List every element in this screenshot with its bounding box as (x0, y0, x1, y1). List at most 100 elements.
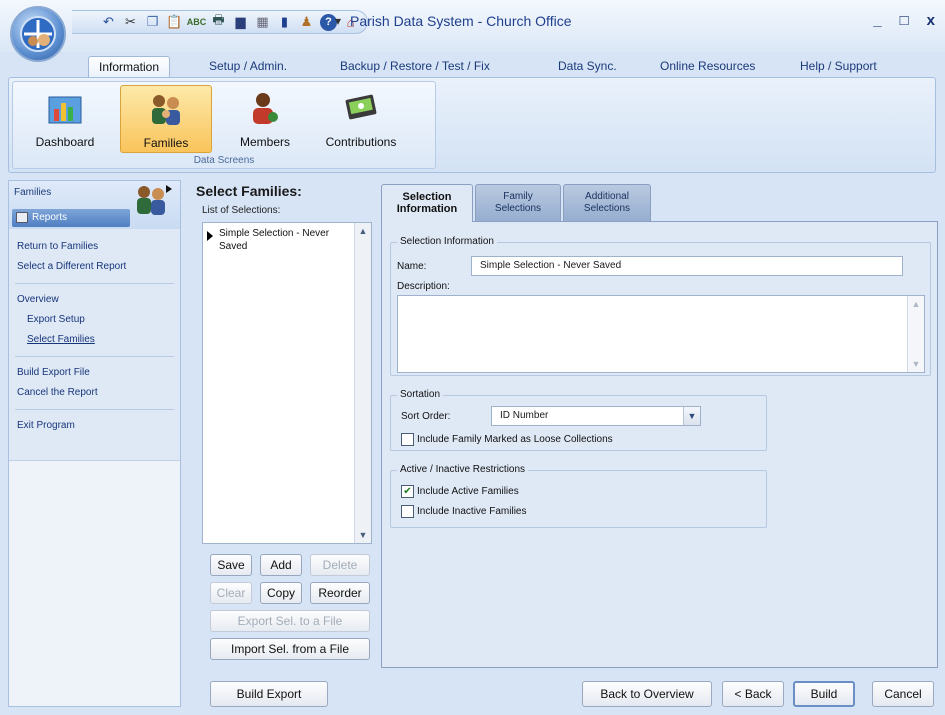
book-icon[interactable]: ▮ (276, 14, 293, 31)
sortation-group: Sortation Sort Order: ID Number ▼ Includ… (390, 389, 767, 451)
selection-information-group: Selection Information Name: Simple Selec… (390, 236, 931, 376)
checkbox-icon (401, 505, 414, 518)
title-bar: ↶ ✂ ❐ 📋 ABC 🖶 ▆ ▦ ▮ ♟ ? ⌂ ▾ Parish Data … (0, 0, 945, 62)
save-button[interactable]: Save (210, 554, 252, 576)
sort-order-label: Sort Order: (401, 411, 451, 422)
tab-label-line1: Family (503, 191, 533, 202)
window-title: Parish Data System - Church Office (350, 13, 572, 29)
list-item[interactable]: Simple Selection - Never Saved (219, 227, 352, 253)
list-scrollbar[interactable]: ▲ ▼ (354, 223, 371, 543)
tab-help-support[interactable]: Help / Support (790, 56, 887, 78)
checkmark-icon: ✔ (401, 485, 414, 498)
minimize-icon[interactable]: _ (873, 12, 881, 29)
group-title: Sortation (397, 389, 444, 400)
nav-exit-program[interactable]: Exit Program (9, 416, 180, 436)
scroll-down-icon[interactable]: ▼ (355, 527, 371, 543)
members-button[interactable]: Members (221, 85, 309, 153)
checkbox-label: Include Active Families (417, 486, 519, 497)
contributions-button[interactable]: Contributions (313, 85, 409, 153)
selections-listbox[interactable]: Simple Selection - Never Saved ▲ ▼ (202, 222, 372, 544)
maximize-icon[interactable]: □ (900, 12, 909, 29)
group-title: Active / Inactive Restrictions (397, 464, 529, 475)
nav-return-to-families[interactable]: Return to Families (9, 237, 180, 257)
sort-order-select[interactable]: ID Number ▼ (491, 406, 701, 426)
nav-divider (15, 283, 174, 284)
copy-icon[interactable]: ❐ (144, 14, 161, 31)
printer-icon (16, 212, 28, 223)
cut-icon[interactable]: ✂ (122, 14, 139, 31)
list-of-selections-label: List of Selections: (202, 205, 281, 216)
scroll-up-icon[interactable]: ▲ (908, 296, 924, 312)
tab-label-line1: Selection (402, 191, 452, 203)
build-button[interactable]: Build (793, 681, 855, 707)
families-button[interactable]: Families (120, 85, 212, 153)
reports-section-header[interactable]: Reports (12, 209, 130, 227)
tab-additional-selections[interactable]: Additional Selections (563, 184, 651, 222)
description-field[interactable]: ▲ ▼ (397, 295, 925, 373)
close-icon[interactable]: x (927, 12, 935, 29)
tab-label-line2: Selections (583, 203, 631, 214)
import-selection-button[interactable]: Import Sel. from a File (210, 638, 370, 660)
dashboard-chart-icon (48, 96, 82, 124)
ribbon-group-label: Data Screens (193, 155, 255, 166)
tab-online-resources[interactable]: Online Resources (650, 56, 765, 78)
page-title: Select Families: (196, 183, 302, 199)
back-to-overview-button[interactable]: Back to Overview (582, 681, 712, 707)
name-field[interactable]: Simple Selection - Never Saved (471, 256, 903, 276)
app-menu-orb[interactable] (10, 6, 66, 62)
nav-select-families[interactable]: Select Families (9, 330, 180, 350)
quick-access-toolbar: ↶ ✂ ❐ 📋 ABC 🖶 ▆ ▦ ▮ ♟ ? ⌂ (72, 10, 368, 34)
paste-icon[interactable]: 📋 (166, 14, 183, 31)
dashboard-button[interactable]: Dashboard (17, 85, 113, 153)
description-scrollbar[interactable]: ▲ ▼ (907, 296, 924, 372)
include-active-checkbox[interactable]: ✔ Include Active Families (401, 485, 519, 498)
members-button-label: Members (239, 135, 290, 149)
export-selection-button[interactable]: Export Sel. to a File (210, 610, 370, 632)
copy-button[interactable]: Copy (260, 582, 302, 604)
tab-backup-restore[interactable]: Backup / Restore / Test / Fix (330, 56, 500, 78)
nav-divider (15, 409, 174, 410)
tab-setup-admin[interactable]: Setup / Admin. (199, 56, 297, 78)
nav-select-different-report[interactable]: Select a Different Report (9, 257, 180, 277)
print-icon[interactable]: 🖶 (210, 12, 227, 31)
scroll-up-icon[interactable]: ▲ (355, 223, 371, 239)
nav-overview[interactable]: Overview (9, 290, 180, 310)
ribbon-tab-bar: Information Setup / Admin. Backup / Rest… (0, 52, 945, 78)
member-person-icon (253, 93, 278, 124)
window-controls: _ □ x (873, 12, 935, 29)
tab-information[interactable]: Information (88, 56, 171, 78)
nav-build-export-file[interactable]: Build Export File (9, 363, 180, 383)
nav-export-setup[interactable]: Export Setup (9, 310, 180, 330)
group-title: Selection Information (397, 236, 497, 247)
chevron-down-icon[interactable]: ▼ (683, 407, 700, 425)
customize-toolbar-dropdown-icon[interactable]: ▾ (335, 14, 341, 28)
back-button[interactable]: < Back (722, 681, 784, 707)
scroll-down-icon[interactable]: ▼ (908, 356, 924, 372)
checkbox-label: Include Inactive Families (417, 506, 527, 517)
include-inactive-checkbox[interactable]: Include Inactive Families (401, 505, 527, 518)
reorder-button[interactable]: Reorder (310, 582, 370, 604)
save-icon[interactable]: ▆ (232, 14, 249, 31)
app-logo-icon (20, 16, 56, 52)
tab-data-sync[interactable]: Data Sync. (548, 56, 627, 78)
clear-button[interactable]: Clear (210, 582, 252, 604)
nav-header: Families Reports (9, 181, 180, 229)
undo-icon[interactable]: ↶ (100, 14, 117, 31)
build-export-button[interactable]: Build Export (210, 681, 328, 707)
include-loose-checkbox[interactable]: Include Family Marked as Loose Collectio… (401, 433, 613, 446)
data-screens-group: Dashboard Families Members Contributions… (12, 81, 436, 169)
tab-selection-information[interactable]: Selection Information (381, 184, 473, 222)
selection-information-panel: Selection Information Name: Simple Selec… (381, 221, 938, 668)
spellcheck-icon[interactable]: ABC (187, 14, 207, 31)
cancel-button[interactable]: Cancel (872, 681, 934, 707)
family-people-icon (152, 95, 180, 125)
tab-label-line2: Information (396, 203, 458, 215)
tab-family-selections[interactable]: Family Selections (475, 184, 561, 222)
families-people-icon (137, 185, 172, 215)
calculator-icon[interactable]: ▦ (254, 14, 271, 31)
add-button[interactable]: Add (260, 554, 302, 576)
nav-links: Return to Families Select a Different Re… (9, 229, 180, 461)
delete-button[interactable]: Delete (310, 554, 370, 576)
user-search-icon[interactable]: ♟ (298, 14, 315, 31)
nav-cancel-report[interactable]: Cancel the Report (9, 383, 180, 403)
